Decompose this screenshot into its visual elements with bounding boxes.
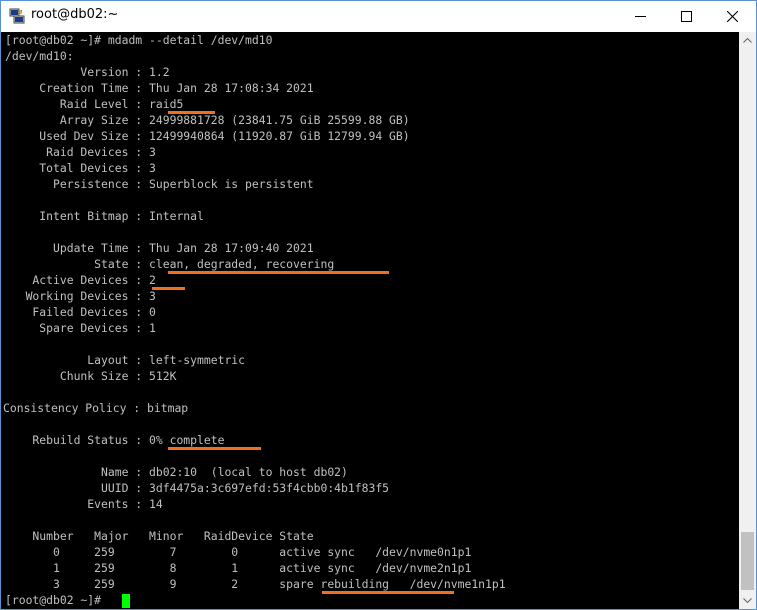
window-title: root@db02:~ <box>31 7 119 22</box>
maximize-icon <box>680 11 692 22</box>
terminal-line: 0 259 7 0 active sync /dev/nvme0n1p1 <box>5 545 472 559</box>
terminal-line: Number Major Minor RaidDevice State <box>5 529 314 543</box>
terminal-line: Array Size : 24999881728 (23841.75 GiB 2… <box>5 113 410 127</box>
terminal-line: Persistence : Superblock is persistent <box>5 177 314 191</box>
highlight-underline <box>152 287 185 290</box>
terminal-line: Creation Time : Thu Jan 28 17:08:34 2021 <box>5 81 314 95</box>
close-button[interactable] <box>709 1 755 32</box>
highlight-underline <box>168 447 261 450</box>
terminal-line: Rebuild Status : 0% complete <box>5 433 225 447</box>
terminal-line: Raid Level : raid5 <box>5 97 184 111</box>
terminal-window: root@db02:~ [root@db02 ~]# mdadm --detai… <box>0 0 757 610</box>
highlight-underline <box>322 591 454 594</box>
terminal-line: Layout : left-symmetric <box>5 353 246 367</box>
terminal-line: Total Devices : 3 <box>5 161 156 175</box>
terminal-line: State : clean, degraded, recovering <box>5 257 335 271</box>
terminal-line: 1 259 8 1 active sync /dev/nvme2n1p1 <box>5 561 472 575</box>
terminal-line: Update Time : Thu Jan 28 17:09:40 2021 <box>5 241 314 255</box>
vertical-scrollbar[interactable] <box>739 32 756 609</box>
terminal-line: Name : db02:10 (local to host db02) <box>5 465 348 479</box>
title-bar[interactable]: root@db02:~ <box>1 1 756 32</box>
highlight-underline <box>168 271 389 274</box>
terminal-line: Working Devices : 3 <box>5 289 156 303</box>
terminal-line: [root@db02 ~]# mdadm --detail /dev/md10 <box>5 33 273 47</box>
close-icon <box>726 11 738 22</box>
terminal-line: Used Dev Size : 12499940864 (11920.87 Gi… <box>5 129 410 143</box>
minimize-icon <box>634 16 646 17</box>
terminal-line: Version : 1.2 <box>5 65 170 79</box>
chevron-up-icon <box>743 38 752 43</box>
terminal-line: Consistency Policy : bitmap <box>3 401 189 415</box>
terminal-line: Intent Bitmap : Internal <box>5 209 204 223</box>
terminal-line: Events : 14 <box>5 497 163 511</box>
terminal-line: Raid Devices : 3 <box>5 145 156 159</box>
terminal-prompt: [root@db02 ~]# <box>5 593 108 607</box>
scroll-up-button[interactable] <box>739 32 756 49</box>
terminal-line: /dev/md10: <box>5 49 74 63</box>
terminal-line: UUID : 3df4475a:3c697efd:53f4cbb0:4b1f83… <box>5 481 390 495</box>
terminal-line: Chunk Size : 512K <box>5 369 177 383</box>
terminal-output[interactable]: [root@db02 ~]# mdadm --detail /dev/md10 … <box>1 32 739 609</box>
terminal-line: Spare Devices : 1 <box>5 321 156 335</box>
scroll-down-button[interactable] <box>739 592 756 609</box>
scroll-thumb[interactable] <box>741 532 754 590</box>
terminal-cursor <box>122 594 130 608</box>
maximize-button[interactable] <box>663 1 709 32</box>
terminal-line: 3 259 9 2 spare rebuilding /dev/nvme1n1p… <box>5 577 506 591</box>
putty-icon[interactable] <box>9 8 25 24</box>
chevron-down-icon <box>743 598 752 603</box>
minimize-button[interactable] <box>617 1 663 32</box>
terminal-line: Failed Devices : 0 <box>5 305 156 319</box>
terminal-line: Active Devices : 2 <box>5 273 156 287</box>
highlight-underline <box>168 111 215 114</box>
